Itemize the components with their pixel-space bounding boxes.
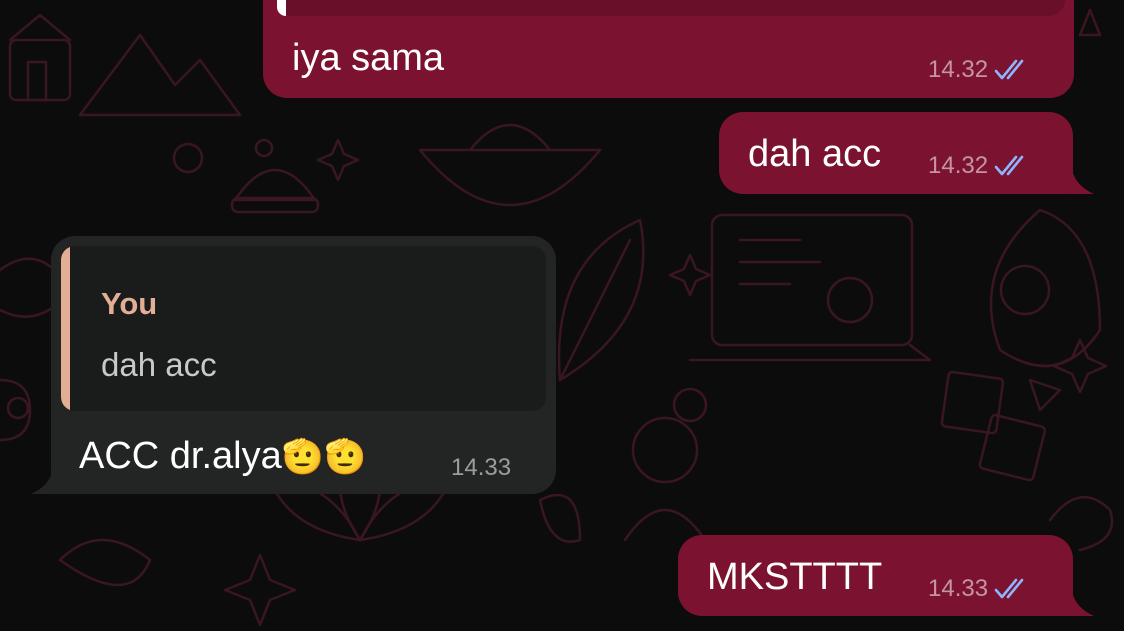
quote-accent-bar [61,246,70,411]
wallpaper-ring-doodle [0,378,32,442]
quote-text: dah acc [101,346,217,383]
incoming-message-bubble[interactable]: You dah acc ACC dr.alya🫡🫡 14.33 [51,236,556,494]
message-meta: 14.33 [451,454,511,482]
wallpaper-bowl-doodle [418,123,602,207]
bubble-tail [1066,170,1094,194]
wallpaper-triangle-doodle [1028,378,1062,412]
outgoing-message-bubble[interactable]: dah acc 14.32 [719,112,1073,194]
quote-author: You [101,286,158,321]
message-text: dah acc [748,133,882,175]
wallpaper-star-doodle [223,553,297,627]
wallpaper-sparkle-doodle-2 [668,253,712,297]
wallpaper-seed-doodle [538,493,582,543]
wallpaper-avocado-doodle [989,208,1102,368]
wallpaper-fish-doodle [58,538,152,587]
outgoing-message-bubble[interactable]: MKSTTTT 14.33 [678,535,1073,616]
message-meta: 14.33 [928,575,1030,603]
message-time: 14.33 [451,454,512,481]
wallpaper-house-doodle [8,13,72,102]
message-text: MKSTTTT [707,556,883,598]
double-check-read-icon [994,155,1030,177]
message-text: iya sama [292,37,445,79]
message-time: 14.32 [928,152,989,179]
quoted-reply[interactable]: You dah acc [61,246,546,411]
wallpaper-dot-doodle [172,142,204,174]
double-check-read-icon [994,59,1030,81]
wallpaper-photo-frames-doodle [940,370,1047,482]
quoted-reply-preview-cut-off [277,0,1065,16]
wallpaper-triangle-doodle-2 [1078,8,1102,37]
message-meta: 14.32 [928,56,1030,84]
double-check-read-icon [994,578,1030,600]
wallpaper-sparkle-doodle [316,138,360,182]
wallpaper-beanie-doodle [230,138,320,214]
message-text: ACC dr.alya🫡🫡 [79,434,366,479]
wallpaper-feather-doodle [557,218,645,382]
bubble-tail [1066,592,1094,616]
outgoing-message-bubble[interactable]: iya sama 14.32 [263,0,1074,98]
wallpaper-mountain-doodle [78,33,242,117]
wallpaper-sparkle-doodle-3 [1052,338,1108,394]
wallpaper-person-doodle [623,387,708,542]
message-time: 14.32 [928,56,989,83]
message-meta: 14.32 [928,152,1030,180]
saluting-face-emoji: 🫡🫡 [281,437,367,477]
wallpaper-laptop-doodle [688,213,932,362]
bubble-tail [31,470,59,494]
message-text-content: ACC dr.alya [79,435,282,477]
message-time: 14.33 [928,575,989,602]
